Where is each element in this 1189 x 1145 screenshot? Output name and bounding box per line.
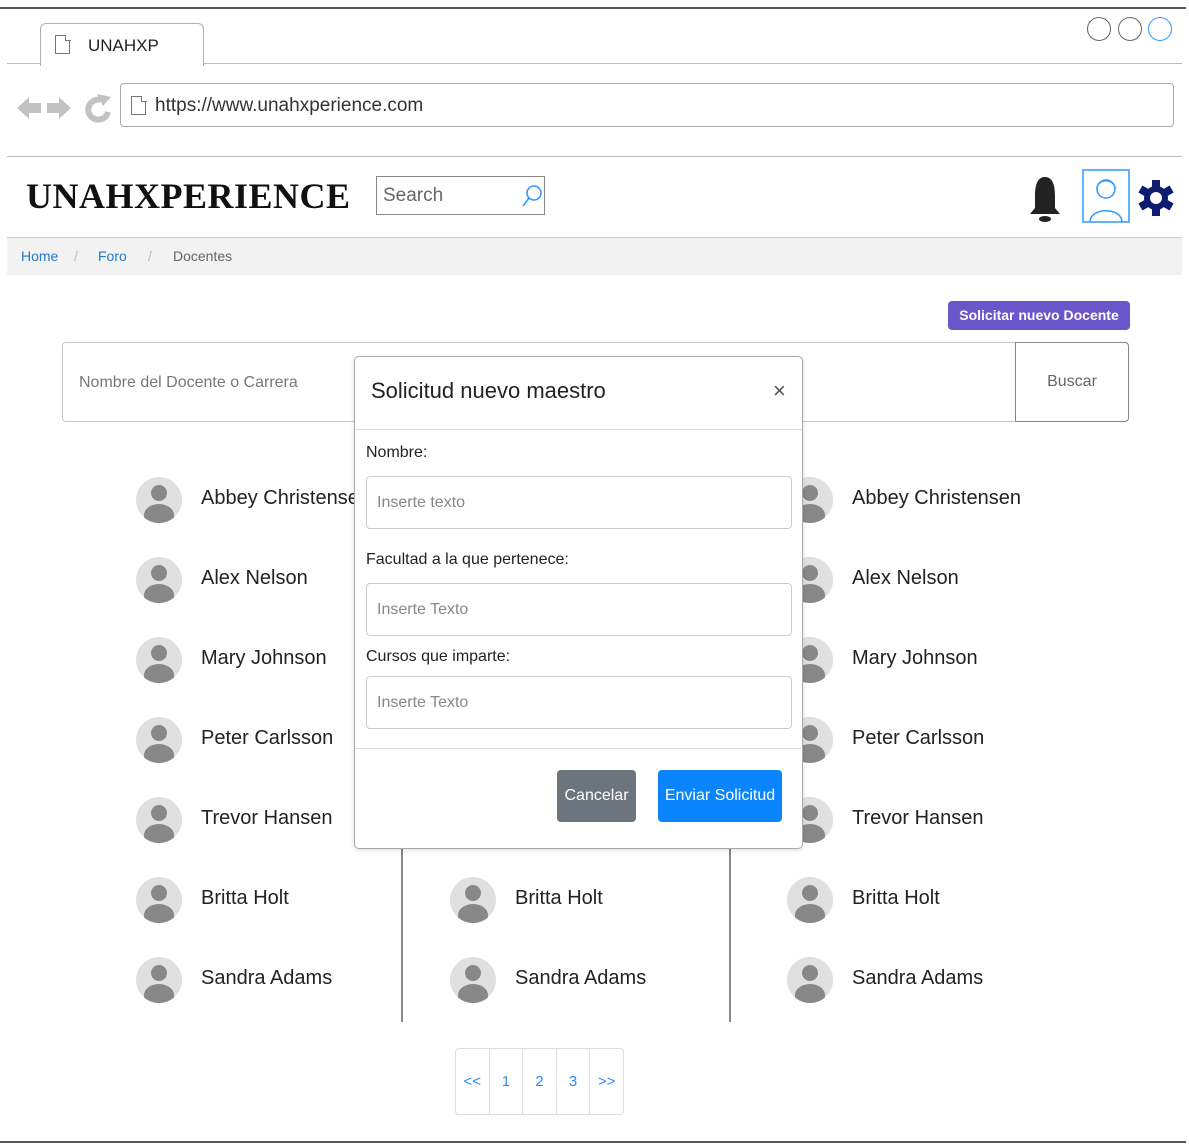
search-icon xyxy=(522,185,542,207)
page-icon xyxy=(55,34,71,54)
column-divider xyxy=(729,820,731,1022)
pagination: << 1 2 3 >> xyxy=(455,1048,624,1115)
search-input[interactable]: Search xyxy=(376,176,545,215)
facultad-placeholder: Inserte Texto xyxy=(377,601,469,618)
app-header: UNAHXPERIENCE Search xyxy=(7,157,1182,238)
avatar xyxy=(136,557,182,603)
teacher-name: Alex Nelson xyxy=(201,567,308,589)
avatar xyxy=(787,877,833,923)
avatar xyxy=(136,797,182,843)
search-placeholder: Search xyxy=(383,185,444,206)
teacher-name: Abbey Christensen xyxy=(852,487,1021,509)
teacher-name: Britta Holt xyxy=(201,887,289,909)
window-controls xyxy=(1085,17,1172,46)
teacher-name: Sandra Adams xyxy=(515,967,647,989)
tab-strip: UNAHXP xyxy=(7,7,1182,66)
reload-icon[interactable] xyxy=(85,94,111,123)
breadcrumb-separator: / xyxy=(148,248,152,264)
teacher-name: Mary Johnson xyxy=(852,647,978,669)
page-icon xyxy=(131,95,147,115)
page-3[interactable]: 3 xyxy=(557,1049,591,1114)
teacher-name: Sandra Adams xyxy=(201,967,333,989)
teacher-name: Britta Holt xyxy=(852,887,940,909)
gear-icon[interactable] xyxy=(1136,178,1176,218)
avatar xyxy=(450,957,496,1003)
teacher-name: Peter Carlsson xyxy=(852,727,985,749)
breadcrumb: Home / Foro / Docentes xyxy=(7,238,1182,275)
request-teacher-button[interactable]: Solicitar nuevo Docente xyxy=(948,301,1130,330)
cancel-button[interactable]: Cancelar xyxy=(557,770,636,822)
submit-request-button[interactable]: Enviar Solicitud xyxy=(658,770,782,822)
address-bar[interactable]: https://www.unahxperience.com xyxy=(120,83,1174,127)
back-arrow-icon[interactable] xyxy=(17,97,41,119)
teacher-name: Britta Holt xyxy=(515,887,603,909)
close-window-button[interactable] xyxy=(1148,17,1172,41)
breadcrumb-foro[interactable]: Foro xyxy=(98,248,127,264)
teacher-name: Trevor Hansen xyxy=(852,807,984,829)
nombre-field[interactable]: Inserte texto xyxy=(366,476,792,529)
cursos-placeholder: Inserte Texto xyxy=(377,694,469,711)
breadcrumb-home[interactable]: Home xyxy=(21,248,58,264)
page-2[interactable]: 2 xyxy=(523,1049,557,1114)
page-first[interactable]: << xyxy=(456,1049,490,1114)
tab-title: UNAHXP xyxy=(88,36,159,55)
bell-icon[interactable] xyxy=(1027,174,1063,224)
column-divider xyxy=(401,820,403,1022)
teacher-name: Trevor Hansen xyxy=(201,807,333,829)
modal-header-divider xyxy=(355,429,802,430)
user-avatar-icon[interactable] xyxy=(1082,169,1130,223)
facultad-label: Facultad a la que pertenece: xyxy=(366,551,569,568)
avatar xyxy=(136,717,182,763)
avatar xyxy=(136,877,182,923)
minimize-button[interactable] xyxy=(1087,17,1112,41)
modal-title: Solicitud nuevo maestro xyxy=(371,378,606,403)
facultad-field[interactable]: Inserte Texto xyxy=(366,583,792,636)
avatar xyxy=(136,477,182,523)
search-button[interactable]: Buscar xyxy=(1015,342,1129,422)
cursos-field[interactable]: Inserte Texto xyxy=(366,676,792,729)
forward-arrow-icon[interactable] xyxy=(47,97,71,119)
avatar xyxy=(450,877,496,923)
avatar xyxy=(136,957,182,1003)
cursos-label: Cursos que imparte: xyxy=(366,648,511,665)
new-teacher-modal: Solicitud nuevo maestro × Nombre: Insert… xyxy=(354,356,803,849)
teacher-name: Sandra Adams xyxy=(852,967,984,989)
page-1[interactable]: 1 xyxy=(490,1049,524,1114)
teacher-name: Abbey Christensen xyxy=(201,487,370,509)
page-last[interactable]: >> xyxy=(590,1049,623,1114)
breadcrumb-current: Docentes xyxy=(173,248,233,264)
breadcrumb-separator: / xyxy=(74,248,78,264)
teacher-search-placeholder: Nombre del Docente o Carrera xyxy=(79,374,298,391)
teacher-name: Alex Nelson xyxy=(852,567,959,589)
nombre-placeholder: Inserte texto xyxy=(377,494,466,511)
site-logo[interactable]: UNAHXPERIENCE xyxy=(26,175,351,217)
modal-footer-divider xyxy=(355,748,802,749)
avatar xyxy=(787,957,833,1003)
avatar xyxy=(136,637,182,683)
close-icon[interactable]: × xyxy=(773,378,786,404)
nombre-label: Nombre: xyxy=(366,444,428,461)
teacher-name: Peter Carlsson xyxy=(201,727,334,749)
browser-tab[interactable]: UNAHXP xyxy=(40,23,204,66)
browser-navbar: https://www.unahxperience.com xyxy=(7,63,1182,157)
maximize-button[interactable] xyxy=(1117,17,1142,41)
teacher-name: Mary Johnson xyxy=(201,647,327,669)
url-text: https://www.unahxperience.com xyxy=(155,95,424,116)
